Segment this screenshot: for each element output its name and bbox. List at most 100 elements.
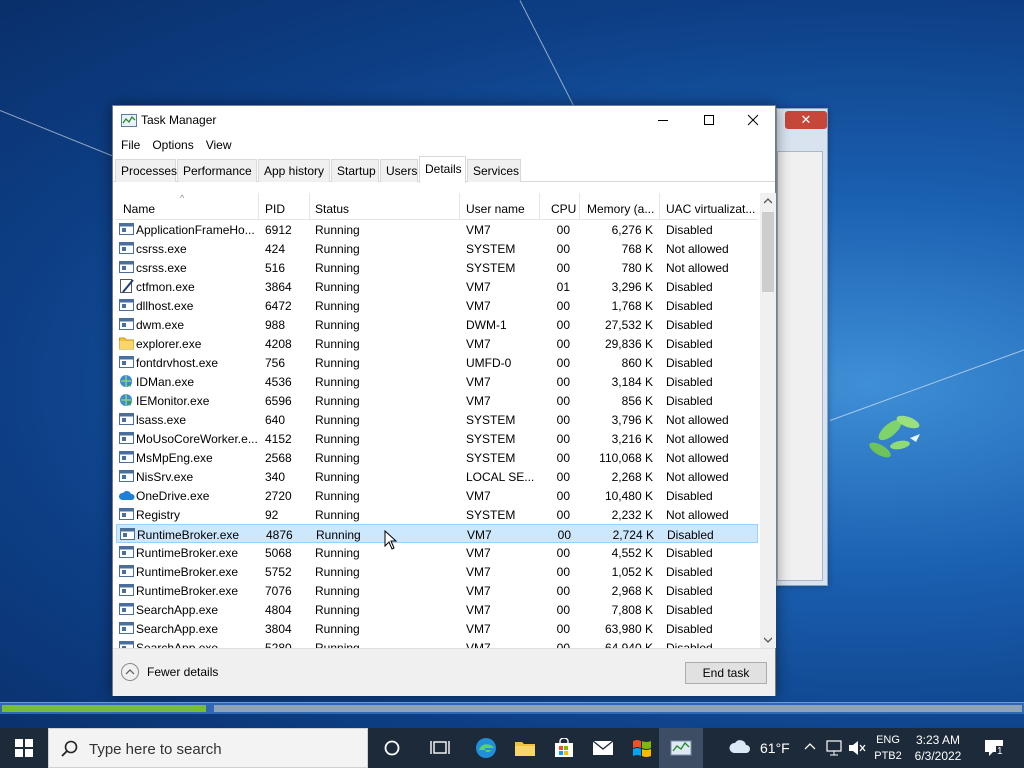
- table-row[interactable]: fontdrvhost.exe 756 Running UMFD-0 00 860 K Di…: [116, 353, 758, 372]
- tab-users[interactable]: Users: [380, 159, 418, 182]
- details-table[interactable]: ^ Name PID Status User name CPU Memory (…: [116, 193, 758, 648]
- table-row[interactable]: SearchApp.exe 5280 Running VM7 00 64,940 K Dis…: [116, 638, 758, 648]
- table-row[interactable]: OneDrive.exe 2720 Running VM7 00 10,480 K Disa…: [116, 486, 758, 505]
- column-header-pid[interactable]: PID: [259, 193, 310, 220]
- cell-pid: 5752: [265, 565, 292, 579]
- taskbar-search-box[interactable]: Type here to search: [48, 728, 368, 768]
- cortana-button[interactable]: [370, 728, 414, 768]
- task-manager-icon: [670, 740, 692, 756]
- footer-bar: Fewer details End task: [113, 648, 775, 696]
- table-row[interactable]: csrss.exe 516 Running SYSTEM 00 780 K Not allo…: [116, 258, 758, 277]
- cell-mem: 2,724 K: [612, 528, 654, 542]
- cell-status: Running: [315, 318, 360, 332]
- cell-status: Running: [315, 470, 360, 484]
- table-row[interactable]: NisSrv.exe 340 Running LOCAL SE... 00 2,268 K…: [116, 467, 758, 486]
- column-header-user-name[interactable]: User name: [460, 193, 540, 220]
- tab-app-history[interactable]: App history: [258, 159, 330, 182]
- cell-user: VM7: [467, 528, 492, 542]
- task-manager-window[interactable]: Task Manager File Options View Processes…: [112, 105, 776, 696]
- chevron-up-icon[interactable]: [804, 742, 816, 750]
- table-row[interactable]: SearchApp.exe 4804 Running VM7 00 7,808 K Disa…: [116, 600, 758, 619]
- cell-pid: 2568: [265, 451, 292, 465]
- table-row[interactable]: RuntimeBroker.exe 5068 Running VM7 00 4,552 K…: [116, 543, 758, 562]
- table-row[interactable]: csrss.exe 424 Running SYSTEM 00 768 K Not allo…: [116, 239, 758, 258]
- speaker-muted-icon[interactable]: [848, 740, 866, 756]
- chevron-up-icon: [121, 663, 139, 681]
- network-icon[interactable]: [826, 740, 842, 756]
- column-header-cpu[interactable]: CPU: [540, 193, 580, 220]
- cell-uac: Disabled: [666, 603, 713, 617]
- windows-7-app-button[interactable]: [620, 728, 664, 768]
- cell-pid: 7076: [265, 584, 292, 598]
- minimize-button[interactable]: [640, 106, 686, 134]
- cell-uac: Not allowed: [666, 508, 729, 522]
- table-row[interactable]: explorer.exe 4208 Running VM7 00 29,836 K Disa…: [116, 334, 758, 353]
- menu-options[interactable]: Options: [147, 134, 200, 156]
- scroll-up-icon[interactable]: [764, 198, 772, 204]
- column-header-memory[interactable]: Memory (a...: [580, 193, 660, 220]
- table-row[interactable]: dllhost.exe 6472 Running VM7 00 1,768 K Disabl…: [116, 296, 758, 315]
- cell-mem: 3,796 K: [611, 413, 653, 427]
- background-window-close-icon[interactable]: ✕: [785, 111, 827, 129]
- table-row[interactable]: SearchApp.exe 3804 Running VM7 00 63,980 K Dis…: [116, 619, 758, 638]
- maximize-button[interactable]: [686, 106, 732, 134]
- cell-user: VM7: [466, 223, 491, 237]
- task-manager-taskbar-button[interactable]: [659, 728, 703, 768]
- cell-name: MsMpEng.exe: [136, 451, 213, 465]
- tab-details[interactable]: Details: [419, 156, 466, 183]
- table-row[interactable]: ctfmon.exe 3864 Running VM7 01 3,296 K Disable…: [116, 277, 758, 296]
- table-row[interactable]: IDMan.exe 4536 Running VM7 00 3,184 K Disabled: [116, 372, 758, 391]
- file-explorer-button[interactable]: [503, 728, 547, 768]
- tab-processes[interactable]: Processes: [115, 159, 177, 182]
- close-button[interactable]: [730, 106, 776, 134]
- column-header-status[interactable]: Status: [310, 193, 460, 220]
- scroll-down-icon[interactable]: [764, 637, 772, 643]
- cell-name: csrss.exe: [136, 261, 187, 275]
- cell-pid: 4536: [265, 375, 292, 389]
- cell-cpu: 00: [556, 584, 570, 598]
- table-row[interactable]: lsass.exe 640 Running SYSTEM 00 3,796 K Not al…: [116, 410, 758, 429]
- table-row[interactable]: RuntimeBroker.exe 5752 Running VM7 00 1,052 K…: [116, 562, 758, 581]
- table-row[interactable]: MoUsoCoreWorker.e... 4152 Running SYSTEM 00 3…: [116, 429, 758, 448]
- menu-view[interactable]: View: [201, 134, 239, 156]
- start-button[interactable]: [0, 728, 48, 768]
- cell-pid: 92: [265, 508, 279, 522]
- weather-widget[interactable]: 61°F: [724, 728, 794, 768]
- end-task-button[interactable]: End task: [685, 662, 767, 684]
- tab-services[interactable]: Services: [467, 159, 521, 182]
- microsoft-store-button[interactable]: [542, 728, 586, 768]
- tab-performance[interactable]: Performance: [177, 159, 257, 182]
- cell-pid: 6912: [265, 223, 292, 237]
- table-row[interactable]: dwm.exe 988 Running DWM-1 00 27,532 K Disabled: [116, 315, 758, 334]
- title-bar[interactable]: Task Manager: [113, 106, 775, 134]
- background-window[interactable]: ✕: [776, 108, 828, 586]
- cell-uac: Disabled: [666, 337, 713, 351]
- cell-uac: Disabled: [666, 356, 713, 370]
- cell-user: VM7: [466, 603, 491, 617]
- column-header-uac-virtualization[interactable]: UAC virtualizat...: [660, 193, 758, 220]
- tab-startup[interactable]: Startup: [331, 159, 379, 182]
- table-row[interactable]: Registry 92 Running SYSTEM 00 2,232 K Not allo…: [116, 505, 758, 524]
- task-view-button[interactable]: [418, 728, 462, 768]
- cell-mem: 7,808 K: [611, 603, 653, 617]
- table-row[interactable]: RuntimeBroker.exe 7076 Running VM7 00 2,968 K…: [116, 581, 758, 600]
- table-row[interactable]: MsMpEng.exe 2568 Running SYSTEM 00 110,068 K N…: [116, 448, 758, 467]
- vertical-scrollbar[interactable]: [760, 193, 776, 648]
- cloud-icon: [119, 491, 135, 500]
- app-window-icon: [119, 641, 134, 648]
- edge-button[interactable]: [464, 728, 508, 768]
- taskbar-clock[interactable]: 3:23 AM 6/3/2022: [900, 732, 976, 764]
- table-row[interactable]: IEMonitor.exe 6596 Running VM7 00 856 K Disabl…: [116, 391, 758, 410]
- cell-status: Running: [315, 489, 360, 503]
- cell-user: VM7: [466, 641, 491, 648]
- cell-mem: 10,480 K: [604, 489, 653, 503]
- scrollbar-thumb[interactable]: [762, 212, 774, 292]
- cell-name: RuntimeBroker.exe: [136, 584, 239, 598]
- fewer-details-link[interactable]: Fewer details: [121, 663, 218, 681]
- table-row[interactable]: ApplicationFrameHo... 6912 Running VM7 00 6,2…: [116, 220, 758, 239]
- menu-file[interactable]: File: [116, 134, 147, 156]
- mail-button[interactable]: [581, 728, 625, 768]
- action-center-button[interactable]: 1: [980, 728, 1020, 768]
- table-row-selected[interactable]: RuntimeBroker.exe 4876 Running VM7 00 2,724 K…: [116, 524, 758, 543]
- column-header-name[interactable]: Name: [116, 193, 259, 220]
